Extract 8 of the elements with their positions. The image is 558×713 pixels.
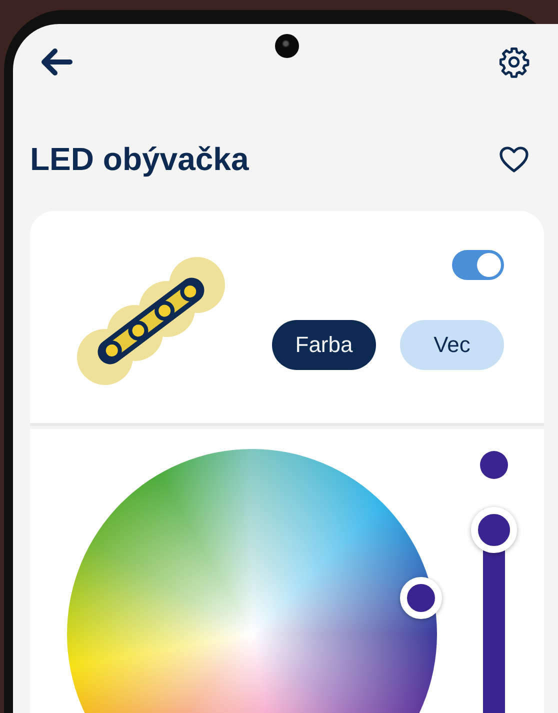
heart-icon[interactable] xyxy=(498,144,530,174)
power-toggle[interactable] xyxy=(452,250,504,280)
mode-button[interactable]: Farba xyxy=(272,320,376,370)
mode-button[interactable]: Vec xyxy=(400,320,504,370)
device-title: LED obývačka xyxy=(30,140,249,178)
back-icon[interactable] xyxy=(39,47,73,77)
brightness-max-dot xyxy=(480,451,508,479)
settings-icon[interactable] xyxy=(498,46,530,78)
